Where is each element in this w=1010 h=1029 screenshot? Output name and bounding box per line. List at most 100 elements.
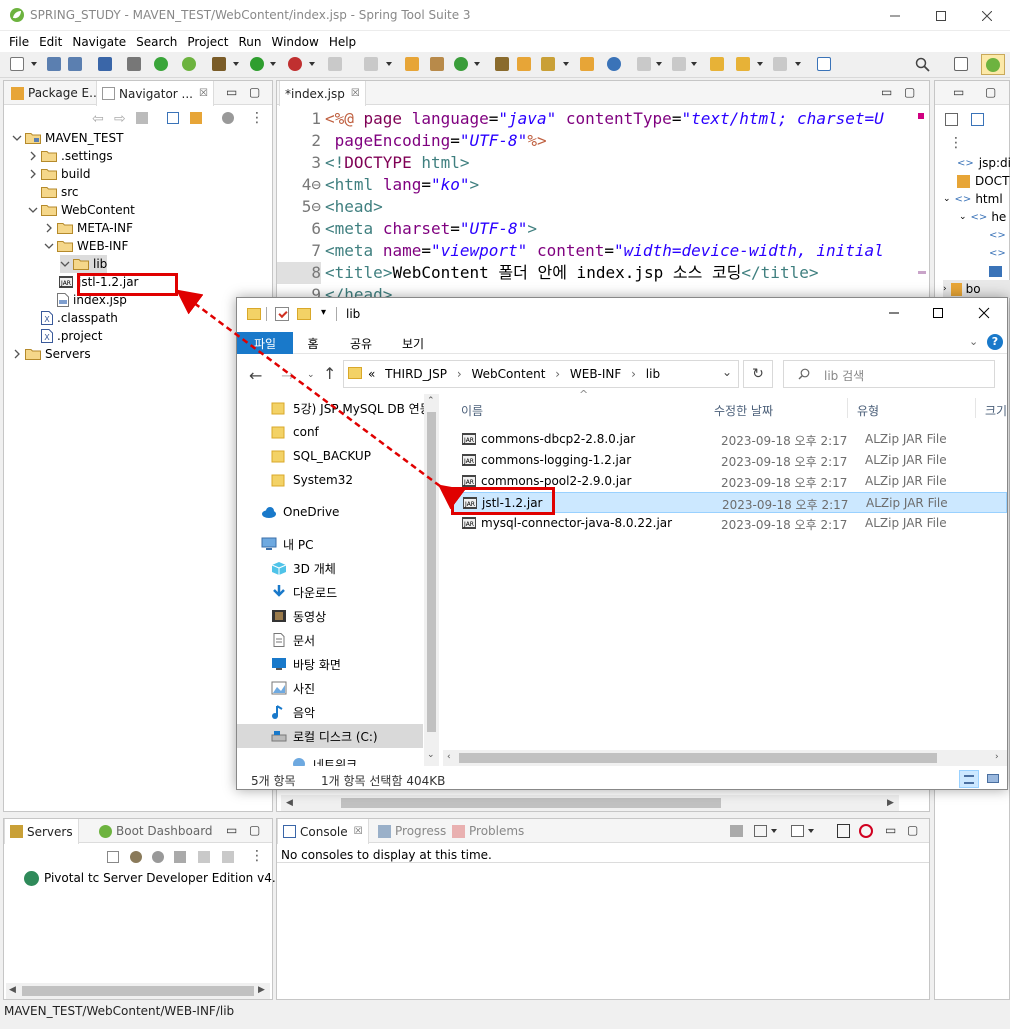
- new-class-dropdown-icon[interactable]: [474, 62, 480, 66]
- scroll-right-icon[interactable]: ▶: [887, 798, 894, 808]
- code-line[interactable]: <meta name="viewport" content="width=dev…: [325, 240, 884, 262]
- chevron-down-icon[interactable]: [12, 133, 22, 143]
- server-profile-icon[interactable]: [174, 851, 186, 863]
- save-icon[interactable]: [47, 57, 61, 71]
- code-line[interactable]: <%@ page language="java" contentType="te…: [325, 108, 884, 130]
- new-dropdown-icon[interactable]: [31, 62, 37, 66]
- outline-item[interactable]: DOCT: [957, 172, 1009, 190]
- maximize-editor-icon[interactable]: ▢: [904, 85, 915, 99]
- new-folder-icon[interactable]: [297, 308, 311, 320]
- last-edit-location-icon[interactable]: [710, 57, 724, 71]
- nav-item[interactable]: 음악: [271, 700, 315, 724]
- address-bar[interactable]: « THIRD_JSP › WebContent › WEB-INF › lib…: [343, 360, 739, 388]
- column-name[interactable]: 이름: [461, 402, 483, 419]
- nav-vscroll[interactable]: ⌃ ⌄: [424, 394, 439, 766]
- nav-item[interactable]: 네트워크: [291, 752, 357, 766]
- scroll-left-icon[interactable]: ‹: [447, 752, 451, 762]
- scroll-down-icon[interactable]: ⌄: [427, 750, 435, 760]
- debug-dropdown-icon[interactable]: [233, 62, 239, 66]
- forward-icon[interactable]: [773, 57, 787, 71]
- new-icon[interactable]: [10, 57, 24, 71]
- tree-item[interactable]: META-INF: [44, 219, 133, 237]
- menu-file[interactable]: File: [4, 35, 34, 49]
- recent-locations-icon[interactable]: ⌄: [307, 370, 315, 380]
- menu-search[interactable]: Search: [131, 35, 182, 49]
- chevron-right-icon[interactable]: [28, 169, 38, 179]
- tree-item[interactable]: build: [28, 165, 91, 183]
- outline-collapse-icon[interactable]: [971, 113, 984, 126]
- column-size[interactable]: 크기: [985, 402, 1007, 419]
- outline-item[interactable]: ⌄ <> he: [959, 208, 1006, 226]
- nav-item[interactable]: 문서: [271, 628, 315, 652]
- nav-item[interactable]: SQL_BACKUP: [271, 444, 371, 468]
- nav-item[interactable]: System32: [271, 468, 353, 492]
- large-icons-button[interactable]: [983, 770, 1003, 788]
- explorer-minimize-button[interactable]: [887, 306, 901, 320]
- tree-item[interactable]: WebContent: [28, 201, 135, 219]
- tree-item[interactable]: WEB-INF: [44, 237, 128, 255]
- ribbon-tab-file[interactable]: 파일: [237, 332, 293, 354]
- error-console-icon[interactable]: [859, 824, 873, 838]
- chevron-right-icon[interactable]: ›: [457, 367, 462, 381]
- up-icon[interactable]: [136, 112, 148, 124]
- explorer-close-button[interactable]: [977, 306, 991, 320]
- quick-access-dropdown-icon[interactable]: ▾: [321, 307, 326, 318]
- column-date[interactable]: 수정한 날짜: [714, 402, 773, 419]
- outline-menu-icon[interactable]: ⋮: [949, 135, 963, 151]
- tree-item[interactable]: src: [28, 183, 79, 201]
- filter-icon[interactable]: [222, 112, 234, 124]
- outline-item[interactable]: › bo: [943, 280, 1010, 298]
- boot-icon[interactable]: [182, 57, 196, 71]
- server-item[interactable]: Pivotal tc Server Developer Edition v4.0…: [24, 869, 294, 887]
- nav-item[interactable]: 다운로드: [271, 580, 337, 604]
- display-console-dropdown-icon[interactable]: [771, 829, 777, 833]
- tree-item[interactable]: X .classpath: [28, 309, 118, 327]
- back-dropdown-icon[interactable]: [757, 62, 763, 66]
- code-area[interactable]: 1 <%@ page language="java" contentType="t…: [277, 107, 917, 301]
- tab-index-jsp[interactable]: *index.jsp ☒: [279, 81, 366, 106]
- ribbon-tab-view[interactable]: 보기: [391, 332, 435, 354]
- code-line[interactable]: <html lang="ko">: [325, 174, 479, 196]
- collapse-all-icon[interactable]: [167, 112, 179, 124]
- tab-console[interactable]: Console ☒: [277, 819, 369, 844]
- server-start-icon[interactable]: [152, 851, 164, 863]
- server-publish-icon[interactable]: [222, 851, 234, 863]
- skip-breakpoints-icon[interactable]: [127, 57, 141, 71]
- tab-problems[interactable]: Problems: [447, 819, 529, 843]
- tree-item[interactable]: MAVEN_TEST: [12, 129, 123, 147]
- servers-menu-icon[interactable]: ⋮: [250, 848, 264, 864]
- nav-item[interactable]: 내 PC: [261, 532, 313, 556]
- properties-icon[interactable]: [275, 307, 289, 321]
- maximize-servers-icon[interactable]: ▢: [249, 823, 260, 837]
- external-tools-dropdown-icon[interactable]: [309, 62, 315, 66]
- pin-console-icon[interactable]: [730, 825, 743, 837]
- nav-item[interactable]: 바탕 화면: [271, 652, 341, 676]
- files-hscroll[interactable]: ‹ ›: [443, 750, 1007, 766]
- minimize-button[interactable]: [872, 0, 918, 31]
- tab-progress[interactable]: Progress: [373, 819, 451, 843]
- outline-item[interactable]: [989, 262, 1002, 280]
- web-browser-icon[interactable]: [607, 57, 621, 71]
- search-tool-icon[interactable]: [541, 57, 555, 71]
- nav-item[interactable]: 5강) JSP MySQL DB 연동: [271, 396, 431, 420]
- nav-item[interactable]: 동영상: [271, 604, 326, 628]
- close-button[interactable]: [964, 0, 1010, 31]
- server-stop-icon[interactable]: [198, 851, 210, 863]
- minimize-editor-icon[interactable]: ▭: [881, 85, 892, 99]
- minimize-console-icon[interactable]: ▭: [885, 823, 896, 837]
- nav-item[interactable]: 로컬 디스크 (C:): [237, 724, 423, 748]
- chevron-right-icon[interactable]: [28, 151, 38, 161]
- ribbon-tab-home[interactable]: 홈: [293, 332, 333, 354]
- copy-console-icon[interactable]: [837, 824, 850, 838]
- nav-vscroll-thumb[interactable]: [427, 412, 436, 732]
- breadcrumb-lib[interactable]: lib: [646, 367, 660, 381]
- breadcrumb-overflow[interactable]: «: [368, 367, 375, 381]
- maximize-panel-icon[interactable]: ▢: [249, 85, 260, 99]
- link-editor-icon[interactable]: [190, 112, 202, 124]
- refresh-button[interactable]: ↻: [743, 360, 773, 388]
- breadcrumb-web-inf[interactable]: WEB-INF: [570, 367, 621, 381]
- menu-window[interactable]: Window: [266, 35, 323, 49]
- new-package-icon[interactable]: [430, 57, 444, 71]
- server-debug-icon[interactable]: [130, 851, 142, 863]
- chevron-right-icon[interactable]: [44, 223, 54, 233]
